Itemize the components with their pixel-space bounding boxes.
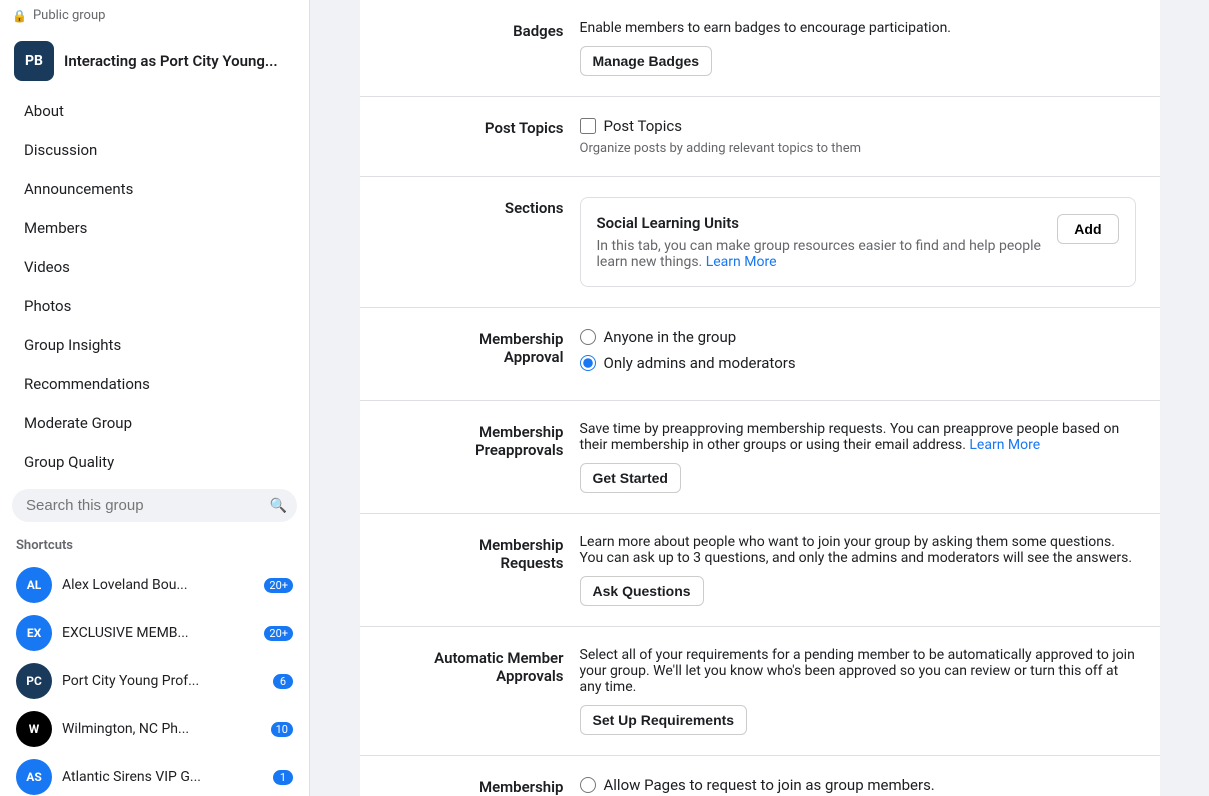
membership-preapprovals-section: MembershipPreapprovals Save time by prea…: [360, 401, 1160, 514]
nav-list: AboutDiscussionAnnouncementsMembersVideo…: [0, 92, 309, 481]
badges-content: Enable members to earn badges to encoura…: [580, 20, 1136, 76]
membership-preapprovals-label: MembershipPreapprovals: [384, 421, 564, 493]
avatar: EX: [16, 615, 52, 651]
search-input[interactable]: [12, 489, 297, 522]
post-topics-section: Post Topics Post Topics Organize posts b…: [360, 97, 1160, 177]
set-up-requirements-button[interactable]: Set Up Requirements: [580, 705, 748, 735]
allow-pages-label[interactable]: Allow Pages to request to join as group …: [604, 776, 935, 794]
group-name: Interacting as Port City Young...: [64, 52, 278, 70]
sidebar-item-photos[interactable]: Photos: [8, 287, 301, 325]
post-topics-checkbox-label[interactable]: Post Topics: [604, 117, 682, 135]
badges-label: Badges: [384, 20, 564, 76]
shortcut-badge: 6: [273, 674, 293, 689]
shortcuts-section: Shortcuts AL Alex Loveland Bou... 20+ EX…: [0, 530, 309, 796]
get-started-button[interactable]: Get Started: [580, 463, 681, 493]
shortcut-name: EXCLUSIVE MEMB...: [62, 625, 254, 641]
automatic-member-approvals-section: Automatic MemberApprovals Select all of …: [360, 627, 1160, 756]
membership-approval-label: MembershipApproval: [384, 328, 564, 380]
sidebar-item-announcements[interactable]: Announcements: [8, 170, 301, 208]
public-group-label: Public group: [0, 0, 309, 31]
list-item[interactable]: AL Alex Loveland Bou... 20+: [16, 561, 293, 609]
shortcuts-list: AL Alex Loveland Bou... 20+ EX EXCLUSIVE…: [16, 561, 293, 796]
sidebar-item-group-quality[interactable]: Group Quality: [8, 443, 301, 481]
membership-preapprovals-content: Save time by preapproving membership req…: [580, 421, 1136, 493]
sidebar-item-moderate-group[interactable]: Moderate Group: [8, 404, 301, 442]
allow-pages-row: Allow Pages to request to join as group …: [580, 776, 1136, 794]
membership-requests-section: MembershipRequests Learn more about peop…: [360, 514, 1160, 627]
list-item[interactable]: AS Atlantic Sirens VIP G... 1: [16, 753, 293, 796]
section-box-desc: In this tab, you can make group resource…: [597, 238, 1042, 270]
manage-badges-button[interactable]: Manage Badges: [580, 46, 713, 76]
membership-requests-content: Learn more about people who want to join…: [580, 534, 1136, 606]
avatar: AS: [16, 759, 52, 795]
social-learning-units-box: Social Learning Units In this tab, you c…: [580, 197, 1136, 287]
post-topics-content: Post Topics Organize posts by adding rel…: [580, 117, 1136, 156]
ask-questions-button[interactable]: Ask Questions: [580, 576, 704, 606]
group-identity[interactable]: PB Interacting as Port City Young...: [0, 31, 309, 91]
admins-moderators-row: Only admins and moderators: [580, 354, 1136, 372]
membership-requests-label: MembershipRequests: [384, 534, 564, 606]
badges-section: Badges Enable members to earn badges to …: [360, 0, 1160, 97]
list-item[interactable]: W Wilmington, NC Ph... 10: [16, 705, 293, 753]
post-topics-sub-description: Organize posts by adding relevant topics…: [580, 141, 1136, 156]
membership-requests-from-pages-label: MembershipRequests from Pages: [384, 776, 564, 796]
section-box-title: Social Learning Units: [597, 214, 1042, 232]
shortcut-name: Port City Young Prof...: [62, 673, 263, 689]
sections-content: Social Learning Units In this tab, you c…: [580, 197, 1136, 287]
avatar: PC: [16, 663, 52, 699]
sidebar-item-discussion[interactable]: Discussion: [8, 131, 301, 169]
settings-container: Badges Enable members to earn badges to …: [360, 0, 1160, 796]
membership-approval-section: MembershipApproval Anyone in the group O…: [360, 308, 1160, 401]
badges-description: Enable members to earn badges to encoura…: [580, 20, 1136, 36]
post-topics-label: Post Topics: [384, 117, 564, 156]
main-content: Badges Enable members to earn badges to …: [310, 0, 1209, 796]
automatic-member-approvals-label: Automatic MemberApprovals: [384, 647, 564, 735]
post-topics-checkbox[interactable]: [580, 118, 596, 134]
shortcut-badge: 10: [271, 722, 293, 737]
sidebar-item-members[interactable]: Members: [8, 209, 301, 247]
sidebar-item-about[interactable]: About: [8, 92, 301, 130]
membership-requests-from-pages-content: Allow Pages to request to join as group …: [580, 776, 1136, 796]
automatic-member-approvals-content: Select all of your requirements for a pe…: [580, 647, 1136, 735]
avatar: AL: [16, 567, 52, 603]
shortcut-badge: 20+: [264, 578, 293, 593]
post-topics-checkbox-row: Post Topics: [580, 117, 1136, 135]
membership-requests-description: Learn more about people who want to join…: [580, 534, 1136, 566]
sidebar-item-recommendations[interactable]: Recommendations: [8, 365, 301, 403]
membership-requests-from-pages-section: MembershipRequests from Pages Allow Page…: [360, 756, 1160, 796]
preapprovals-description: Save time by preapproving membership req…: [580, 421, 1136, 453]
shortcut-name: Atlantic Sirens VIP G...: [62, 769, 263, 785]
anyone-in-group-radio[interactable]: [580, 329, 596, 345]
automatic-approvals-description: Select all of your requirements for a pe…: [580, 647, 1136, 695]
search-icon: 🔍: [270, 498, 287, 514]
sections-learn-more-link[interactable]: Learn More: [706, 254, 777, 270]
avatar: PB: [14, 41, 54, 81]
allow-pages-radio[interactable]: [580, 777, 596, 793]
shortcuts-label: Shortcuts: [16, 538, 293, 553]
admins-moderators-label[interactable]: Only admins and moderators: [604, 354, 796, 372]
anyone-in-group-row: Anyone in the group: [580, 328, 1136, 346]
sidebar-item-videos[interactable]: Videos: [8, 248, 301, 286]
sections-section: Sections Social Learning Units In this t…: [360, 177, 1160, 308]
search-box: 🔍: [12, 489, 297, 522]
preapprovals-learn-more-link[interactable]: Learn More: [969, 437, 1040, 453]
avatar: W: [16, 711, 52, 747]
section-box-content: Social Learning Units In this tab, you c…: [597, 214, 1042, 270]
shortcut-badge: 20+: [264, 626, 293, 641]
sidebar: Public group PB Interacting as Port City…: [0, 0, 310, 796]
list-item[interactable]: PC Port City Young Prof... 6: [16, 657, 293, 705]
shortcut-name: Wilmington, NC Ph...: [62, 721, 261, 737]
admins-moderators-radio[interactable]: [580, 355, 596, 371]
shortcut-badge: 1: [273, 770, 293, 785]
membership-approval-content: Anyone in the group Only admins and mode…: [580, 328, 1136, 380]
sidebar-item-group-insights[interactable]: Group Insights: [8, 326, 301, 364]
add-section-button[interactable]: Add: [1057, 214, 1118, 244]
sections-label: Sections: [384, 197, 564, 287]
shortcut-name: Alex Loveland Bou...: [62, 577, 254, 593]
anyone-in-group-label[interactable]: Anyone in the group: [604, 328, 737, 346]
list-item[interactable]: EX EXCLUSIVE MEMB... 20+: [16, 609, 293, 657]
